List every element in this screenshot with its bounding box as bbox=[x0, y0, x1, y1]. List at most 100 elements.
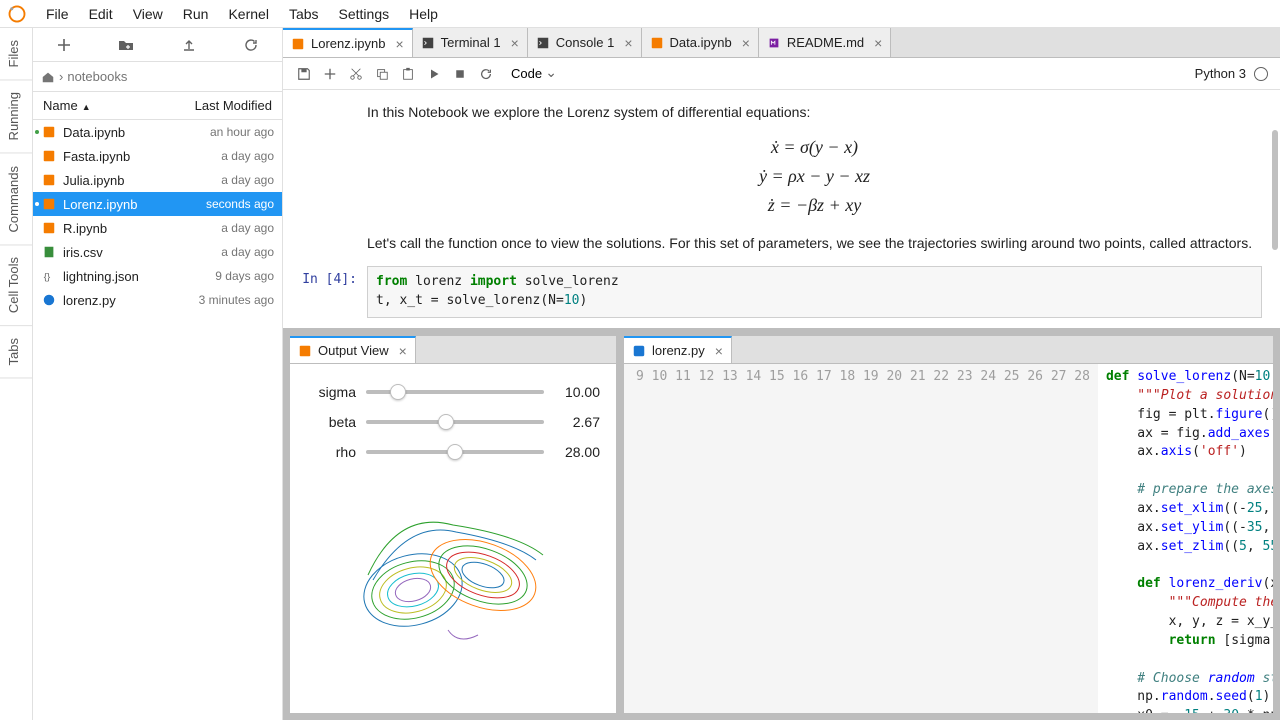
close-icon[interactable]: × bbox=[742, 36, 750, 50]
file-name: Fasta.ipynb bbox=[63, 149, 221, 164]
slider-beta: beta 2.67 bbox=[306, 414, 600, 430]
tab-data-ipynb[interactable]: Data.ipynb × bbox=[642, 28, 759, 57]
term-icon bbox=[421, 36, 435, 50]
file-item[interactable]: R.ipynba day ago bbox=[33, 216, 282, 240]
input-prompt: In [4]: bbox=[301, 266, 367, 318]
slider-sigma: sigma10.00 bbox=[306, 384, 600, 400]
menu-view[interactable]: View bbox=[123, 2, 173, 26]
sidebar-tab-cell-tools[interactable]: Cell Tools bbox=[0, 245, 32, 326]
restart-button[interactable] bbox=[473, 61, 499, 87]
close-icon[interactable]: × bbox=[715, 344, 723, 358]
slider-label: beta bbox=[306, 414, 366, 430]
slider-thumb[interactable] bbox=[447, 444, 463, 460]
file-item[interactable]: Data.ipynban hour ago bbox=[33, 120, 282, 144]
menu-tabs[interactable]: Tabs bbox=[279, 2, 329, 26]
code-body[interactable]: def solve_lorenz(N=10, max_time=4.0, sig… bbox=[1098, 364, 1273, 713]
file-name: Data.ipynb bbox=[63, 125, 210, 140]
menu-kernel[interactable]: Kernel bbox=[218, 2, 278, 26]
close-icon[interactable]: × bbox=[624, 36, 632, 50]
new-folder-button[interactable] bbox=[114, 33, 138, 57]
kernel-name[interactable]: Python 3 bbox=[1195, 66, 1246, 81]
tab-label: README.md bbox=[787, 35, 864, 50]
run-button[interactable] bbox=[421, 61, 447, 87]
output-body: sigma10.00beta2.67rho28.00 bbox=[290, 364, 616, 713]
tab-editor[interactable]: lorenz.py × bbox=[624, 336, 732, 363]
code-editor[interactable]: 9 10 11 12 13 14 15 16 17 18 19 20 21 22… bbox=[624, 364, 1273, 713]
nb-icon bbox=[41, 148, 57, 164]
svg-text:{}: {} bbox=[44, 272, 51, 283]
cell-type-select[interactable]: Code bbox=[499, 64, 561, 83]
slider-track[interactable] bbox=[366, 420, 544, 424]
close-icon[interactable]: × bbox=[874, 36, 882, 50]
menu-file[interactable]: File bbox=[36, 2, 79, 26]
slider-thumb[interactable] bbox=[390, 384, 406, 400]
slider-value: 28.00 bbox=[556, 444, 600, 460]
lorenz-plot bbox=[306, 480, 600, 660]
sidebar-tab-tabs[interactable]: Tabs bbox=[0, 326, 32, 378]
tab-label: Console 1 bbox=[556, 35, 615, 50]
file-name: lightning.json bbox=[63, 269, 215, 284]
file-item[interactable]: Lorenz.ipynbseconds ago bbox=[33, 192, 282, 216]
tab-terminal-1[interactable]: Terminal 1 × bbox=[413, 28, 528, 57]
file-modified: a day ago bbox=[221, 173, 274, 187]
sort-by-modified[interactable]: Last Modified bbox=[143, 98, 282, 113]
breadcrumb-item[interactable]: notebooks bbox=[67, 69, 127, 84]
fb-toolbar bbox=[33, 28, 282, 62]
file-item[interactable]: Julia.ipynba day ago bbox=[33, 168, 282, 192]
stop-button[interactable] bbox=[447, 61, 473, 87]
slider-thumb[interactable] bbox=[438, 414, 454, 430]
markdown-cell[interactable]: In this Notebook we explore the Lorenz s… bbox=[301, 94, 1262, 266]
close-icon[interactable]: × bbox=[399, 344, 407, 358]
markdown-text: In this Notebook we explore the Lorenz s… bbox=[367, 102, 1262, 123]
tab-label: Data.ipynb bbox=[670, 35, 732, 50]
main-tabbar: Lorenz.ipynb×Terminal 1×Console 1×Data.i… bbox=[283, 28, 1280, 58]
tab-output-view[interactable]: Output View × bbox=[290, 336, 416, 363]
tab-readme-md[interactable]: README.md × bbox=[759, 28, 891, 57]
code-input[interactable]: from lorenz import solve_lorenz t, x_t =… bbox=[367, 266, 1262, 318]
add-cell-button[interactable] bbox=[317, 61, 343, 87]
sidebar-tab-commands[interactable]: Commands bbox=[0, 154, 32, 245]
tab-label: Lorenz.ipynb bbox=[311, 36, 385, 51]
kernel-status-icon[interactable] bbox=[1254, 67, 1268, 81]
notebook-content[interactable]: In this Notebook we explore the Lorenz s… bbox=[283, 90, 1280, 328]
file-item[interactable]: lorenz.py3 minutes ago bbox=[33, 288, 282, 312]
breadcrumb[interactable]: › notebooks bbox=[33, 62, 282, 92]
menu-edit[interactable]: Edit bbox=[79, 2, 123, 26]
slider-track[interactable] bbox=[366, 390, 544, 394]
close-icon[interactable]: × bbox=[395, 37, 403, 51]
file-modified: a day ago bbox=[221, 149, 274, 163]
sidebar-tab-running[interactable]: Running bbox=[0, 80, 32, 153]
equations: ẋ = σ(y − x) ẏ = ρx − y − xz ż = −βz + x… bbox=[367, 133, 1262, 219]
file-browser: › notebooks Name▲ Last Modified Data.ipy… bbox=[33, 28, 283, 720]
refresh-button[interactable] bbox=[239, 33, 263, 57]
file-modified: seconds ago bbox=[206, 197, 274, 211]
file-item[interactable]: iris.csva day ago bbox=[33, 240, 282, 264]
save-button[interactable] bbox=[291, 61, 317, 87]
nb-icon bbox=[41, 124, 57, 140]
slider-track[interactable] bbox=[366, 450, 544, 454]
sidebar-tab-files[interactable]: Files bbox=[0, 28, 32, 80]
menu-run[interactable]: Run bbox=[173, 2, 219, 26]
term-icon bbox=[536, 36, 550, 50]
new-launcher-button[interactable] bbox=[52, 33, 76, 57]
cut-button[interactable] bbox=[343, 61, 369, 87]
copy-button[interactable] bbox=[369, 61, 395, 87]
tab-label: Terminal 1 bbox=[441, 35, 501, 50]
sidebar-tabs: FilesRunningCommandsCell ToolsTabs bbox=[0, 28, 33, 720]
slider-value: 2.67 bbox=[556, 414, 600, 430]
menu-help[interactable]: Help bbox=[399, 2, 448, 26]
menu-settings[interactable]: Settings bbox=[329, 2, 400, 26]
file-modified: a day ago bbox=[221, 221, 274, 235]
editor-panel: lorenz.py × 9 10 11 12 13 14 15 16 17 18… bbox=[623, 335, 1274, 714]
file-item[interactable]: Fasta.ipynba day ago bbox=[33, 144, 282, 168]
close-icon[interactable]: × bbox=[511, 36, 519, 50]
tab-console-1[interactable]: Console 1 × bbox=[528, 28, 642, 57]
paste-button[interactable] bbox=[395, 61, 421, 87]
json-icon: {} bbox=[41, 268, 57, 284]
code-cell[interactable]: In [4]: from lorenz import solve_lorenz … bbox=[301, 266, 1262, 318]
sort-by-name[interactable]: Name▲ bbox=[33, 98, 143, 113]
scrollbar[interactable] bbox=[1272, 130, 1278, 250]
upload-button[interactable] bbox=[177, 33, 201, 57]
file-item[interactable]: {}lightning.json9 days ago bbox=[33, 264, 282, 288]
tab-lorenz-ipynb[interactable]: Lorenz.ipynb × bbox=[283, 28, 413, 57]
